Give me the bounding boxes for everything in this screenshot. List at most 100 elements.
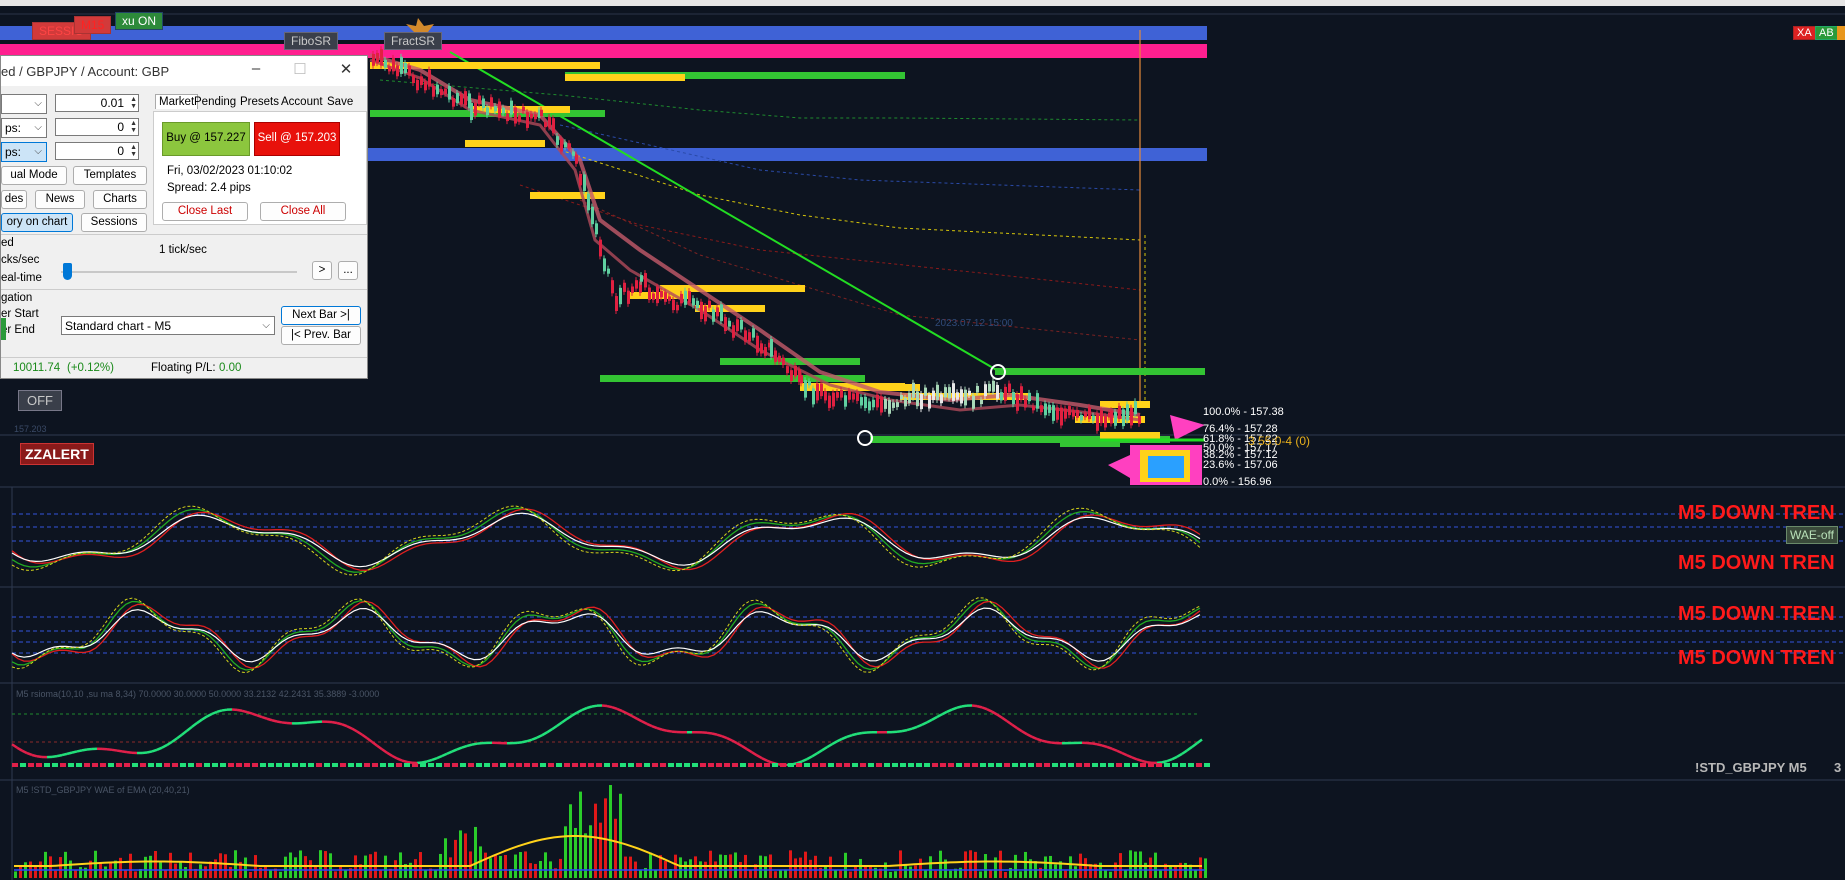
rsioma-dot: [580, 763, 586, 767]
maximize-button[interactable]: ☐: [289, 60, 311, 78]
fibosr-button[interactable]: FiboSR: [284, 32, 339, 50]
candle-body: [530, 113, 533, 119]
rsioma-dot: [404, 763, 410, 767]
close-all-button[interactable]: Close All: [260, 202, 346, 221]
step-forward-button[interactable]: >: [312, 261, 332, 280]
history-on-chart-toggle[interactable]: ory on chart: [1, 213, 73, 232]
wae-bar: [14, 871, 17, 878]
tp-mode-select[interactable]: ps: ⌵: [1, 142, 47, 162]
off-button[interactable]: OFF: [18, 390, 62, 411]
candle-body: [380, 49, 383, 66]
ab-chip[interactable]: AB: [1815, 26, 1838, 40]
more-options-button[interactable]: ...: [338, 261, 358, 280]
spinner-icon[interactable]: ▲ ▼: [130, 144, 137, 158]
wae-off-button[interactable]: WAE-off: [1786, 526, 1839, 544]
rsioma-dot: [1060, 763, 1066, 767]
rsioma-line: [1091, 742, 1098, 746]
rsioma-line: [531, 736, 538, 741]
sessions-button[interactable]: Sessions: [81, 213, 147, 232]
orange-chip[interactable]: [1837, 26, 1845, 40]
trend-label: M5 DOWN TREN: [1678, 603, 1835, 625]
wae-bar: [279, 871, 282, 878]
charts-button[interactable]: Charts: [93, 190, 147, 209]
wae-bar: [484, 852, 487, 878]
rsioma-line: [441, 752, 448, 758]
tab-presets[interactable]: Presets: [240, 96, 279, 108]
candle-body: [860, 397, 863, 406]
xu-on-button[interactable]: xu ON: [115, 12, 164, 30]
rsioma-line: [816, 749, 823, 755]
spinner-icon[interactable]: ▲ ▼: [130, 96, 137, 110]
manual-mode-button[interactable]: ual Mode: [1, 166, 67, 185]
buy-button[interactable]: Buy @ 157.227: [162, 122, 250, 156]
candle-body: [960, 389, 963, 404]
minimize-button[interactable]: –: [245, 60, 267, 77]
panel-titlebar[interactable]: ed / GBPJPY / Account: GBP – ☐ ✕: [1, 56, 367, 86]
rsioma-dot: [836, 763, 842, 767]
rsioma-line: [1111, 747, 1118, 752]
candle-body: [778, 355, 781, 362]
wae-bar: [979, 871, 982, 878]
candle-body: [494, 106, 497, 112]
candle-body: [770, 339, 773, 357]
xa-chip[interactable]: XA: [1793, 26, 1816, 40]
rsioma-line: [1161, 759, 1168, 764]
fib-level: 100.0% - 157.38: [1203, 406, 1284, 418]
rsioma-dot: [12, 763, 18, 767]
lot-size-field[interactable]: 0.01 ▲ ▼: [55, 94, 139, 112]
rsioma-dot: [316, 763, 322, 767]
rsioma-dot: [1100, 763, 1106, 767]
wae-bar: [1084, 858, 1087, 878]
wae-bar: [394, 860, 397, 878]
templates-button[interactable]: Templates: [73, 166, 147, 185]
sell-button[interactable]: Sell @ 157.203: [254, 122, 340, 156]
news-button[interactable]: News: [35, 190, 85, 209]
spinner-icon[interactable]: ▲ ▼: [130, 120, 137, 134]
tab-pending[interactable]: Pending: [194, 96, 236, 108]
order-panel[interactable]: ed / GBPJPY / Account: GBP – ☐ ✕ ⌵ 0.01 ▲…: [0, 55, 368, 379]
candle-body: [884, 399, 887, 409]
next-bar-button[interactable]: Next Bar >|: [281, 306, 361, 325]
wae-bar: [679, 857, 682, 878]
rsioma-line: [826, 743, 833, 749]
candle-body: [828, 395, 831, 408]
close-last-button[interactable]: Close Last: [162, 202, 248, 221]
tab-market[interactable]: Market: [155, 94, 199, 109]
rsioma-line: [911, 725, 918, 730]
rsioma-dot: [732, 763, 738, 767]
rsioma-dot: [396, 763, 402, 767]
candle-body: [1122, 409, 1125, 427]
tab-account[interactable]: Account: [281, 96, 323, 108]
m15-chip[interactable]: M15: [74, 16, 112, 34]
speed-slider-track[interactable]: [61, 271, 297, 273]
rsioma-line: [351, 727, 358, 733]
zzalert-button[interactable]: ZZALERT: [20, 443, 94, 465]
rsioma-line: [636, 717, 643, 723]
wae-bar: [144, 856, 147, 878]
candle-body: [716, 307, 719, 317]
rsioma-line: [1096, 743, 1103, 747]
chevron-down-icon: ⌵: [262, 320, 270, 331]
rsioma-dot: [132, 763, 138, 767]
rsioma-line: [621, 709, 628, 715]
stop-loss-field[interactable]: 0 ▲ ▼: [55, 118, 139, 136]
speed-slider-handle[interactable]: [63, 263, 72, 280]
fractsr-button[interactable]: FractSR: [384, 32, 443, 50]
rsioma-line: [1036, 737, 1043, 742]
rsioma-line: [906, 727, 913, 732]
tab-save[interactable]: Save: [327, 96, 353, 108]
trades-button[interactable]: des: [1, 190, 27, 209]
close-icon[interactable]: ✕: [335, 60, 357, 78]
prev-bar-button[interactable]: |< Prev. Bar: [281, 326, 361, 345]
candle-body: [619, 287, 622, 305]
wae-bar: [804, 851, 807, 878]
candle-body: [1096, 413, 1099, 431]
lot-mode-select[interactable]: ⌵: [1, 94, 47, 114]
chart-type-select[interactable]: Standard chart - M5 ⌵: [61, 316, 275, 335]
wae-bar: [519, 852, 522, 878]
candle-body: [436, 84, 439, 95]
take-profit-field[interactable]: 0 ▲ ▼: [55, 142, 139, 160]
rsioma-line: [256, 714, 263, 719]
wae-bar: [619, 793, 622, 878]
sl-mode-select[interactable]: ps: ⌵: [1, 118, 47, 138]
